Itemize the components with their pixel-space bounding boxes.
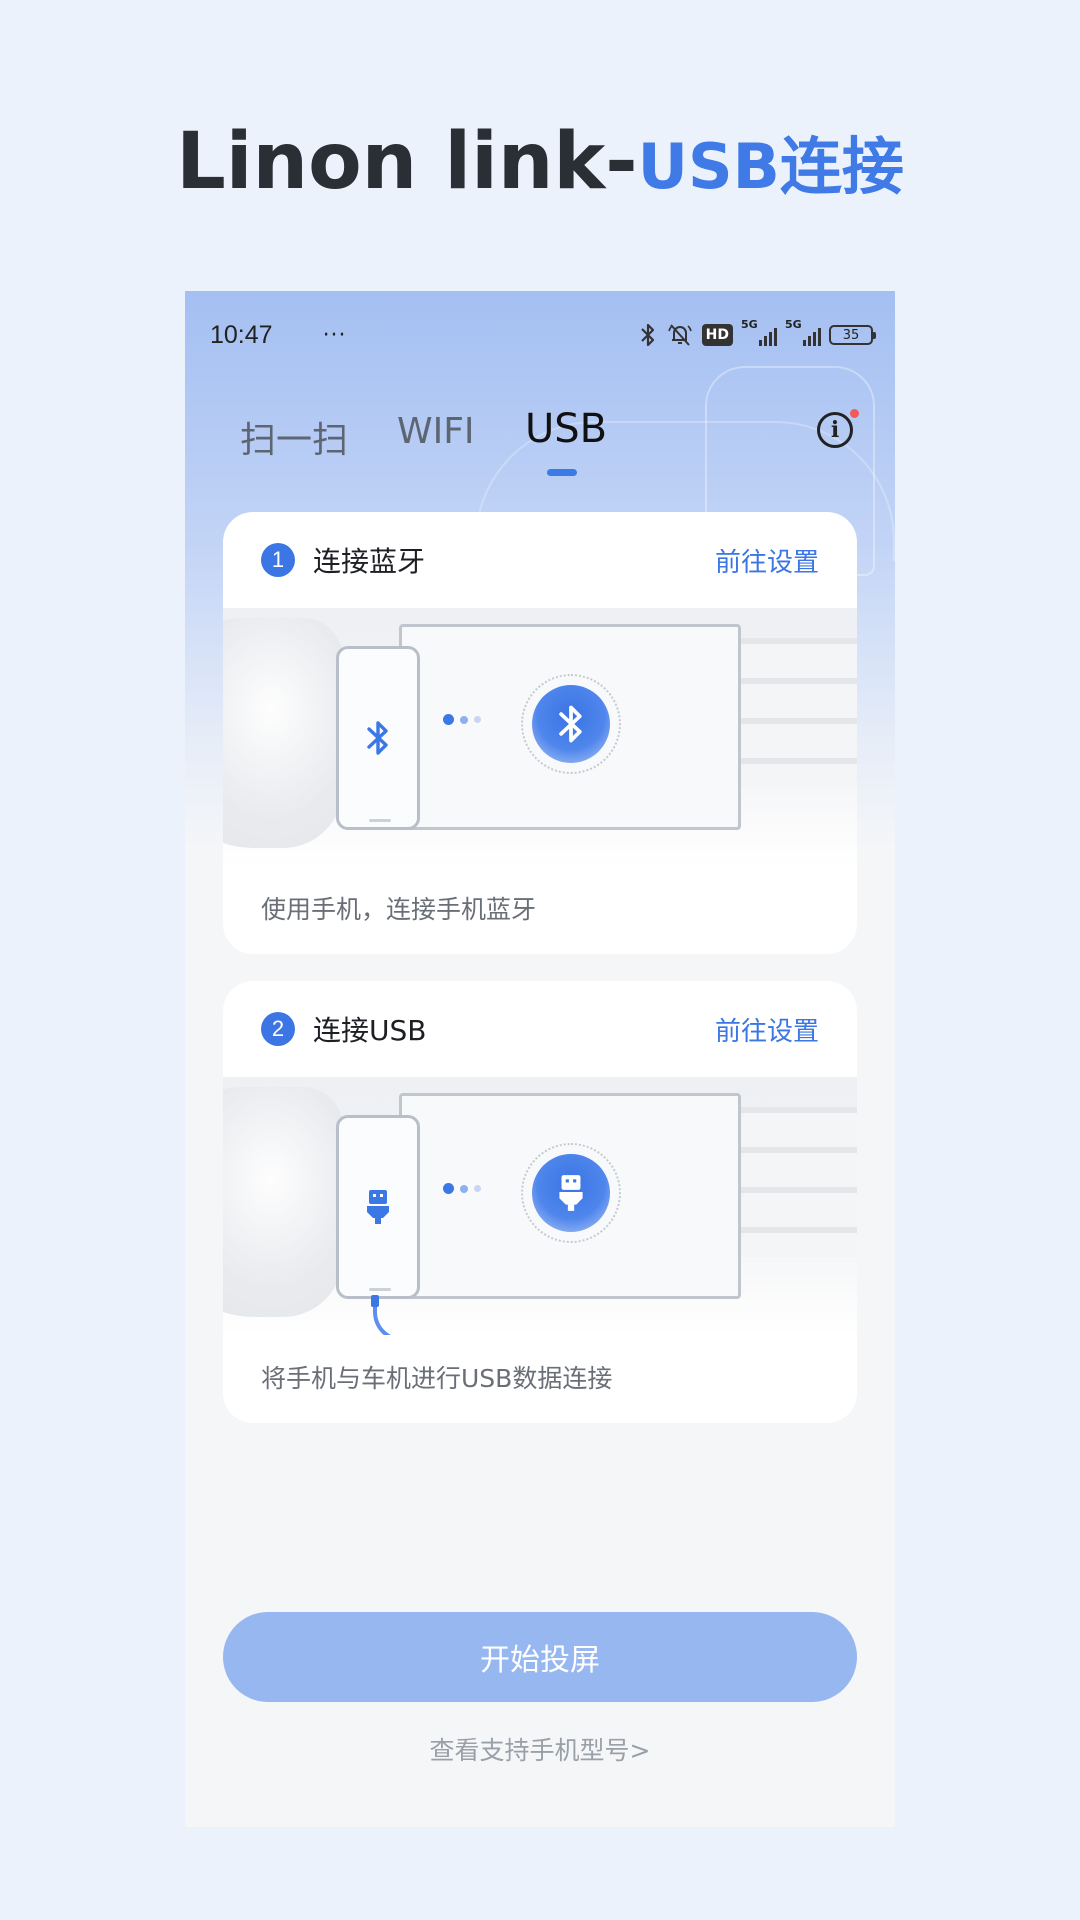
step-description: 将手机与车机进行USB数据连接 <box>261 1364 613 1393</box>
step-header: 1 连接蓝牙 前往设置 <box>223 512 857 608</box>
step-title: 连接蓝牙 <box>313 545 426 578</box>
status-bar: 10:47 ··· HD 5G 5G 35 <box>185 291 895 379</box>
tab-bar: 扫一扫 WIFI USB <box>185 391 895 491</box>
go-settings-link[interactable]: 前往设置 <box>715 542 819 579</box>
bluetooth-icon <box>367 721 388 755</box>
usb-halo <box>521 1143 621 1243</box>
bluetooth-status-icon <box>638 322 658 348</box>
supported-phones-link[interactable]: 查看支持手机型号> <box>185 1731 895 1767</box>
car-rail-graphic <box>737 638 857 788</box>
promo-title: Linon link-USB连接 <box>0 112 1080 217</box>
bluetooth-icon <box>559 705 582 743</box>
tab-active-indicator <box>547 469 577 476</box>
car-rail-graphic <box>737 1107 857 1257</box>
signal-2-icon: 5G <box>785 318 821 346</box>
promo-title-brand: Linon link- <box>176 117 638 207</box>
signal-1-icon: 5G <box>741 318 777 346</box>
car-seat-graphic <box>223 1087 343 1317</box>
go-settings-link[interactable]: 前往设置 <box>715 1011 819 1048</box>
car-seat-graphic <box>223 618 343 848</box>
promo-title-usb: USB连接 <box>637 130 904 203</box>
handset-graphic <box>336 646 420 830</box>
tab-scan[interactable]: 扫一扫 <box>240 411 348 463</box>
usb-plug-graphic <box>371 1295 379 1307</box>
step-description: 使用手机，连接手机蓝牙 <box>261 895 537 924</box>
battery-icon: 35 <box>829 325 876 345</box>
status-more: ··· <box>322 322 347 348</box>
status-icons: HD 5G 5G 35 <box>638 318 876 348</box>
step-header: 2 连接USB 前往设置 <box>223 981 857 1077</box>
mute-bell-icon <box>666 322 694 348</box>
hd-badge: HD <box>701 324 733 346</box>
handset-graphic <box>336 1115 420 1299</box>
tab-usb[interactable]: USB <box>525 406 607 452</box>
tab-wifi[interactable]: WIFI <box>397 411 475 452</box>
step-card-bluetooth: 1 连接蓝牙 前往设置 使用手机，连接手机蓝牙 <box>223 512 857 954</box>
bluetooth-halo <box>521 674 621 774</box>
connection-dots <box>443 1183 481 1194</box>
step-number-badge: 1 <box>261 543 295 577</box>
phone-screen: 10:47 ··· HD 5G 5G 35 扫一扫 WIFI USB i 1 连… <box>185 291 895 1827</box>
status-time: 10:47 <box>210 320 273 349</box>
step-card-usb: 2 连接USB 前往设置 将手机与车机进行USB数据连接 <box>223 981 857 1423</box>
usb-icon <box>559 1175 583 1211</box>
bluetooth-illustration <box>223 608 857 866</box>
usb-icon <box>367 1190 389 1224</box>
connection-dots <box>443 714 481 725</box>
usb-illustration <box>223 1077 857 1335</box>
info-icon[interactable]: i <box>817 412 853 448</box>
notification-dot <box>850 409 859 418</box>
start-projection-button[interactable]: 开始投屏 <box>223 1612 857 1702</box>
step-number-badge: 2 <box>261 1012 295 1046</box>
usb-cable-graphic <box>373 1302 533 1335</box>
step-title: 连接USB <box>313 1014 427 1047</box>
